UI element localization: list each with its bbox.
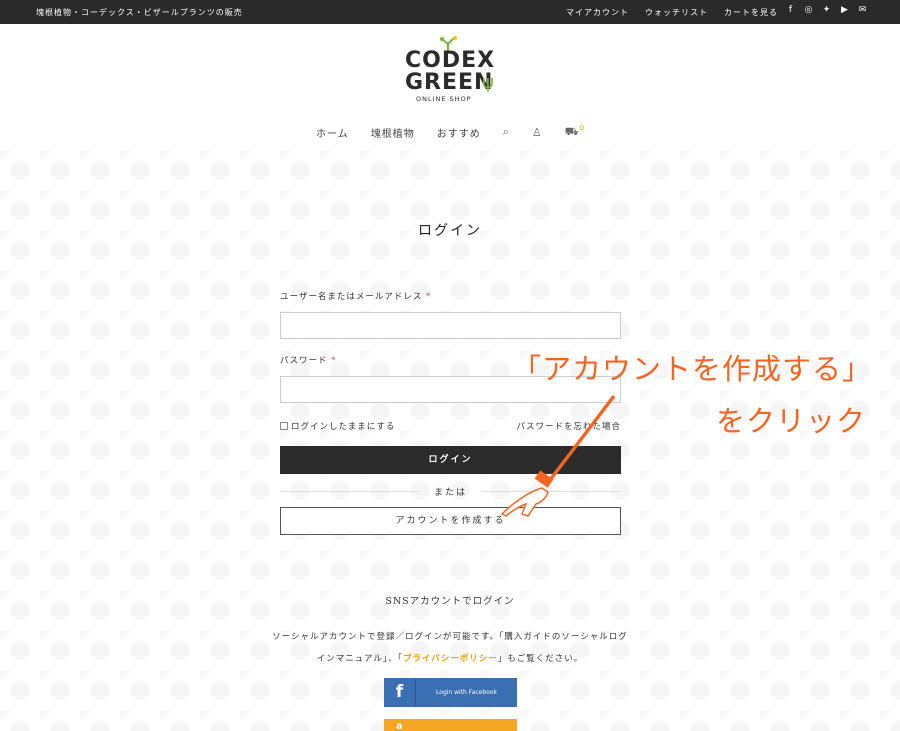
- annotation-line2: をクリック: [716, 404, 867, 438]
- sns-login-title: SNSアカウントでログイン: [385, 596, 515, 607]
- facebook-icon: f: [384, 678, 416, 707]
- site-logo[interactable]: CODEX GREEN ψ ONLINE SHOP: [398, 36, 502, 106]
- logo-line3: ONLINE SHOP: [416, 95, 472, 103]
- top-links: マイアカウント ウォッチリスト カートを見る: [566, 7, 778, 18]
- site-tagline: 塊根植物・コーデックス・ビザールプランツの販売: [36, 8, 243, 17]
- privacy-policy-link[interactable]: プライバシーポリシー: [403, 654, 498, 664]
- mail-icon[interactable]: ✉: [858, 5, 868, 15]
- my-account-link[interactable]: マイアカウント: [566, 7, 629, 18]
- twitter-icon[interactable]: ✦: [822, 5, 832, 15]
- user-icon[interactable]: ♙: [532, 126, 543, 139]
- logo-line1: CODEX: [405, 48, 496, 73]
- cart-count: 0: [579, 123, 586, 132]
- annotation-line1: 「アカウントを作成する」: [512, 352, 873, 386]
- logo-line2: GREEN: [405, 70, 494, 95]
- social-icons: f ◎ ✦ ▶ ✉: [786, 5, 868, 15]
- main-nav: ホーム 塊根植物 おすすめ ⌕ ♙ ⛟0: [316, 124, 585, 140]
- facebook-login-button[interactable]: f Login with Facebook: [384, 678, 517, 707]
- username-label: ユーザー名またはメールアドレス *: [280, 292, 432, 302]
- remember-checkbox[interactable]: [280, 422, 288, 430]
- instagram-icon[interactable]: ◎: [804, 5, 814, 15]
- facebook-icon[interactable]: f: [786, 5, 796, 15]
- amazon-icon: a: [396, 721, 403, 731]
- cactus-icon: ψ: [482, 72, 494, 93]
- username-input[interactable]: [280, 312, 621, 339]
- nav-item-recommended[interactable]: おすすめ: [437, 125, 481, 140]
- watchlist-link[interactable]: ウォッチリスト: [645, 7, 708, 18]
- view-cart-link[interactable]: カートを見る: [724, 7, 778, 18]
- nav-item-home[interactable]: ホーム: [316, 125, 349, 140]
- pointing-hand-icon: [500, 394, 616, 517]
- sns-description: ソーシャルアカウントで登録／ログインが可能です。「購入ガイドのソーシャルログイン…: [272, 632, 628, 664]
- search-icon[interactable]: ⌕: [503, 125, 510, 139]
- cart-icon[interactable]: ⛟0: [565, 123, 586, 140]
- nav-item-caudex[interactable]: 塊根植物: [371, 125, 415, 140]
- remember-me[interactable]: ログインしたままにする: [280, 420, 395, 432]
- youtube-icon[interactable]: ▶: [840, 5, 850, 15]
- amazon-login-button[interactable]: a: [384, 719, 517, 731]
- top-bar: 塊根植物・コーデックス・ビザールプランツの販売 マイアカウント ウォッチリスト …: [0, 0, 900, 24]
- page-title: ログイン: [418, 223, 482, 239]
